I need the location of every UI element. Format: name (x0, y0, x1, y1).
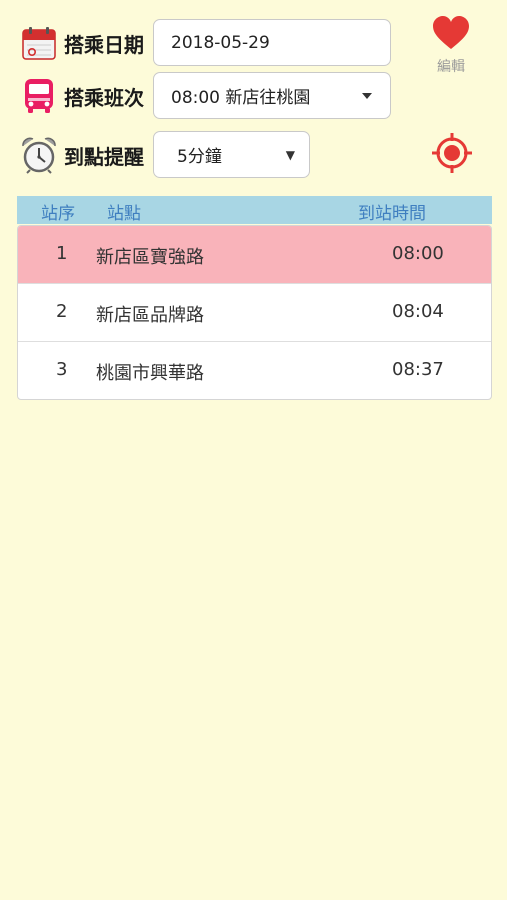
table-row[interactable]: 1 新店區寶強路 08:00 (18, 226, 491, 284)
bus-icon (20, 77, 58, 115)
table-row[interactable]: 3 桃園市興華路 08:37 (18, 342, 491, 399)
row-time: 08:37 (392, 359, 444, 380)
locate-button[interactable] (430, 131, 474, 175)
date-value: 2018-05-29 (171, 32, 270, 53)
reminder-row: 到點提醒 (20, 136, 152, 174)
row-stop: 新店區寶強路 (96, 247, 204, 268)
row-stop: 桃園市興華路 (96, 363, 204, 384)
table-header: 站序 站點 到站時間 (17, 196, 492, 224)
crosshair-icon (432, 133, 472, 173)
chevron-down-icon (362, 92, 372, 99)
trip-select[interactable]: 08:00 新店往桃園 (153, 72, 391, 119)
edit-label: 編輯 (437, 59, 465, 75)
reminder-value: 5分鐘 (177, 147, 222, 167)
row-seq: 1 (56, 243, 68, 264)
caret-down-icon: ▼ (285, 147, 295, 162)
row-seq: 2 (56, 301, 68, 322)
table-row[interactable]: 2 新店區品牌路 08:04 (18, 284, 491, 342)
header-time: 到站時間 (358, 204, 426, 224)
reminder-label: 到點提醒 (64, 144, 144, 169)
date-row: 搭乘日期 (20, 24, 152, 62)
trip-row: 搭乘班次 (20, 77, 152, 115)
date-label: 搭乘日期 (64, 32, 144, 57)
stops-table: 1 新店區寶強路 08:00 2 新店區品牌路 08:04 3 桃園市興華路 0… (17, 225, 492, 400)
header-stop: 站點 (107, 204, 141, 224)
edit-favorites-button[interactable]: 編輯 (428, 16, 474, 76)
row-time: 08:04 (392, 301, 444, 322)
heart-icon (433, 16, 469, 49)
date-field[interactable]: 2018-05-29 (153, 19, 391, 66)
reminder-select[interactable]: 5分鐘 ▼ (153, 131, 310, 178)
trip-value: 08:00 新店往桃園 (171, 88, 311, 108)
header-seq: 站序 (41, 204, 75, 224)
row-time: 08:00 (392, 243, 444, 264)
alarm-clock-icon (20, 136, 58, 174)
calendar-icon (20, 24, 58, 62)
row-stop: 新店區品牌路 (96, 305, 204, 326)
trip-label: 搭乘班次 (64, 85, 144, 110)
row-seq: 3 (56, 359, 68, 380)
